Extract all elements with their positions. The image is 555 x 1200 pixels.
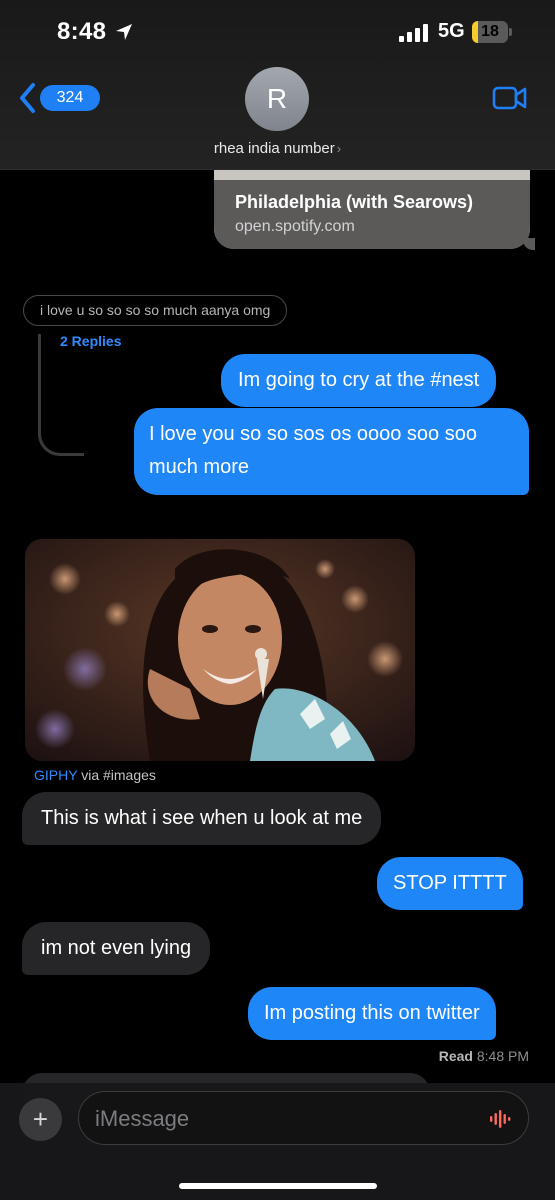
quoted-message[interactable]: i love u so so so so much aanya omg — [23, 295, 288, 326]
cellular-signal-icon — [399, 24, 429, 47]
voice-waveform-icon[interactable] — [489, 1109, 513, 1134]
contact-avatar[interactable]: R — [245, 67, 309, 131]
link-preview-title: Philadelphia (with Searows) — [235, 192, 474, 212]
location-arrow-icon — [115, 23, 133, 46]
link-preview-card[interactable]: Philadelphia (with Searows) open.spotify… — [214, 170, 530, 249]
status-bar: 8:48 5G 18 — [0, 0, 555, 62]
message-bubble-sent[interactable]: Im posting this on twitter — [248, 987, 496, 1040]
chevron-right-icon: › — [336, 141, 342, 156]
thread-connector — [38, 334, 84, 456]
add-attachment-button[interactable]: + — [19, 1098, 62, 1141]
back-button[interactable]: 324 — [18, 82, 100, 114]
contact-name-row[interactable]: rhea india number › — [0, 140, 555, 157]
link-preview-info — [214, 180, 530, 249]
gif-attribution[interactable]: GIPHY via #images — [34, 767, 156, 783]
gif-image[interactable] — [25, 539, 415, 761]
message-bubble-sent[interactable]: STOP ITTTT — [377, 857, 523, 910]
battery-level: 18 — [481, 23, 499, 40]
giphy-via: via #images — [81, 767, 156, 783]
battery-icon: 18 — [472, 21, 512, 43]
unread-count-badge: 324 — [40, 85, 100, 111]
video-camera-icon[interactable] — [492, 85, 528, 116]
status-time: 8:48 — [57, 18, 107, 45]
network-type: 5G — [438, 20, 465, 42]
read-receipt: Read 8:48 PM — [0, 1048, 529, 1064]
message-input[interactable] — [95, 1104, 465, 1134]
message-bubble-sent[interactable]: Im going to cry at the #nest — [221, 354, 497, 407]
chevron-left-icon — [18, 82, 36, 119]
message-bubble-received[interactable]: im not even lying — [22, 922, 211, 975]
giphy-label: GIPHY — [34, 767, 78, 783]
message-bubble-received[interactable]: This is what i see when u look at me — [22, 792, 382, 845]
contact-name: rhea india number — [213, 140, 335, 157]
composer-bar: + — [0, 1083, 555, 1200]
link-preview-domain: open.spotify.com — [235, 218, 355, 235]
replies-link[interactable]: 2 Replies — [60, 333, 121, 349]
message-field[interactable] — [78, 1091, 529, 1145]
read-time: 8:48 PM — [476, 1048, 529, 1064]
home-indicator — [179, 1183, 377, 1189]
read-status: Read — [438, 1048, 473, 1064]
message-bubble-sent[interactable]: I love you so so sos os oooo soo soo muc… — [134, 408, 529, 495]
link-preview-image — [214, 170, 530, 180]
